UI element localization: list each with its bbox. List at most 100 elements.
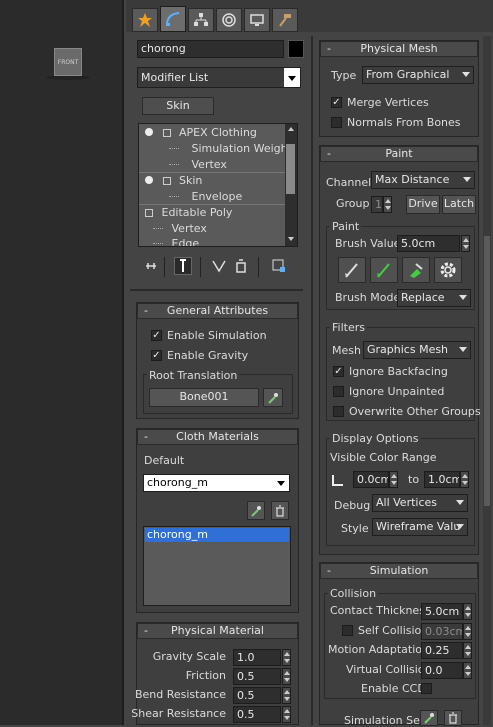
- stack-item-vertex-poly[interactable]: Vertex: [153, 222, 207, 235]
- ignore-unpainted-checkbox[interactable]: [333, 386, 344, 397]
- brush-settings-gear-icon[interactable]: [434, 257, 462, 283]
- panel-scrollbar[interactable]: [483, 36, 491, 725]
- collapse-minus-icon[interactable]: -: [144, 304, 148, 318]
- motion-adaptation-spinner[interactable]: [463, 642, 472, 659]
- bone-pick-button[interactable]: Bone001: [149, 388, 259, 407]
- ignore-backfacing-checkbox[interactable]: ✓: [333, 366, 344, 377]
- collapse-minus-icon[interactable]: -: [327, 147, 331, 161]
- skin-modifier-button[interactable]: Skin: [142, 97, 214, 115]
- object-color-swatch[interactable]: [288, 40, 304, 58]
- tab-motion[interactable]: [216, 8, 242, 32]
- make-unique-icon[interactable]: [210, 257, 228, 275]
- general-attributes-title[interactable]: - General Attributes: [137, 303, 298, 319]
- enable-gravity-checkbox[interactable]: ✓: [151, 350, 162, 361]
- stack-item-skin[interactable]: Skin: [145, 174, 202, 187]
- latch-button[interactable]: Latch: [442, 195, 476, 214]
- bend-resistance-spinner[interactable]: [282, 687, 291, 704]
- overwrite-other-groups-checkbox[interactable]: [333, 406, 344, 417]
- show-end-result-icon[interactable]: [174, 257, 192, 275]
- friction-field[interactable]: 0.5: [233, 668, 281, 685]
- merge-vertices-checkbox[interactable]: ✓: [331, 97, 342, 108]
- cloth-materials-title[interactable]: - Cloth Materials: [137, 429, 298, 445]
- scroll-thumb[interactable]: [286, 144, 295, 194]
- collapse-box-icon[interactable]: [162, 129, 171, 137]
- group-spinner[interactable]: [383, 196, 392, 213]
- paint-title[interactable]: - Paint: [320, 146, 478, 162]
- trash-icon[interactable]: [271, 501, 289, 520]
- enable-simulation-checkbox[interactable]: ✓: [151, 330, 162, 341]
- type-dropdown[interactable]: From Graphical: [362, 66, 474, 84]
- material-list[interactable]: chorong_m: [143, 526, 291, 606]
- friction-spinner[interactable]: [282, 668, 291, 685]
- debug-dropdown[interactable]: All Vertices: [372, 494, 468, 512]
- default-material-dropdown[interactable]: chorong_m: [143, 474, 290, 492]
- stack-item-edge[interactable]: Edge: [153, 237, 199, 246]
- virtual-collision-spinner[interactable]: [463, 662, 472, 679]
- channel-dropdown[interactable]: Max Distance: [371, 171, 475, 189]
- stack-item-apex-clothing[interactable]: APEX Clothing: [145, 126, 257, 139]
- mesh-dropdown[interactable]: Graphics Mesh: [363, 341, 471, 359]
- wrench-icon[interactable]: [247, 501, 265, 520]
- brush-mode-dropdown[interactable]: Replace: [397, 289, 471, 307]
- scroll-up-icon[interactable]: [288, 127, 294, 131]
- erase-brush-icon[interactable]: [402, 257, 430, 283]
- tab-display[interactable]: [244, 8, 270, 32]
- modifier-stack[interactable]: APEX Clothing Simulation Weights Vertex …: [138, 123, 298, 247]
- stack-scrollbar[interactable]: [285, 124, 297, 246]
- remove-modifier-icon[interactable]: [232, 257, 250, 275]
- virtual-collision-field[interactable]: 0.0: [421, 662, 463, 679]
- contact-thickness-field[interactable]: 5.0cm: [421, 603, 463, 620]
- pin-stack-icon[interactable]: [142, 257, 160, 275]
- stack-item-envelope[interactable]: Envelope: [169, 190, 242, 203]
- collapse-minus-icon[interactable]: -: [327, 564, 331, 578]
- lightbulb-icon[interactable]: [145, 176, 153, 184]
- stack-item-simulation-weights[interactable]: Simulation Weights: [169, 142, 297, 155]
- panel-scroll-thumb[interactable]: [484, 236, 490, 506]
- viewport[interactable]: FRONT: [0, 0, 124, 725]
- scroll-down-icon[interactable]: [288, 237, 294, 241]
- bend-resistance-field[interactable]: 0.5: [233, 687, 281, 704]
- stack-item-editable-poly[interactable]: Editable Poly: [145, 206, 232, 219]
- style-dropdown[interactable]: Wireframe Valu: [372, 518, 468, 536]
- collapse-box-icon[interactable]: [145, 209, 153, 217]
- shear-resistance-spinner[interactable]: [282, 706, 291, 723]
- object-name-field[interactable]: chorong: [137, 40, 284, 58]
- modifier-list-dropdown[interactable]: Modifier List: [137, 67, 301, 88]
- paint-brush-icon[interactable]: [338, 257, 366, 283]
- simulation-title[interactable]: - Simulation: [320, 563, 478, 579]
- tab-modify[interactable]: [160, 6, 186, 32]
- wrench-icon[interactable]: [420, 710, 438, 726]
- lightbulb-icon[interactable]: [145, 128, 153, 136]
- collapse-minus-icon[interactable]: -: [144, 624, 148, 638]
- wrench-icon[interactable]: [263, 388, 283, 407]
- physical-material-title[interactable]: - Physical Material: [137, 623, 298, 639]
- range-to-field[interactable]: 1.0cm: [424, 471, 460, 488]
- gravity-scale-spinner[interactable]: [282, 649, 291, 666]
- stack-item-vertex-apex[interactable]: Vertex: [169, 158, 227, 171]
- tab-utilities[interactable]: [272, 8, 298, 32]
- tab-create[interactable]: [132, 8, 158, 32]
- group-field[interactable]: 1: [371, 196, 383, 213]
- color-range-swatch-icon[interactable]: [330, 472, 346, 488]
- material-list-item[interactable]: chorong_m: [145, 528, 289, 542]
- trash-icon[interactable]: [444, 710, 462, 726]
- range-from-spinner[interactable]: [389, 471, 398, 488]
- self-collision-field[interactable]: 0.03cm: [421, 623, 463, 640]
- normals-from-bones-checkbox[interactable]: [331, 117, 342, 128]
- range-from-field[interactable]: 0.0cm: [353, 471, 389, 488]
- motion-adaptation-field[interactable]: 0.25: [421, 642, 463, 659]
- self-collision-spinner[interactable]: [463, 623, 472, 640]
- drive-button[interactable]: Drive: [406, 195, 440, 214]
- brush-value-spinner[interactable]: [461, 235, 470, 252]
- contact-thickness-spinner[interactable]: [463, 603, 472, 620]
- configure-modifier-sets-icon[interactable]: [270, 257, 288, 275]
- physical-mesh-title[interactable]: - Physical Mesh: [320, 41, 478, 57]
- gravity-scale-field[interactable]: 1.0: [233, 649, 281, 666]
- tab-hierarchy[interactable]: [188, 8, 214, 32]
- collapse-box-icon[interactable]: [162, 177, 171, 185]
- brush-value-field[interactable]: 5.0cm: [397, 235, 460, 252]
- viewcube[interactable]: FRONT: [54, 48, 82, 76]
- enable-ccd-checkbox[interactable]: [421, 683, 432, 694]
- range-to-spinner[interactable]: [460, 471, 469, 488]
- shear-resistance-field[interactable]: 0.5: [233, 706, 281, 723]
